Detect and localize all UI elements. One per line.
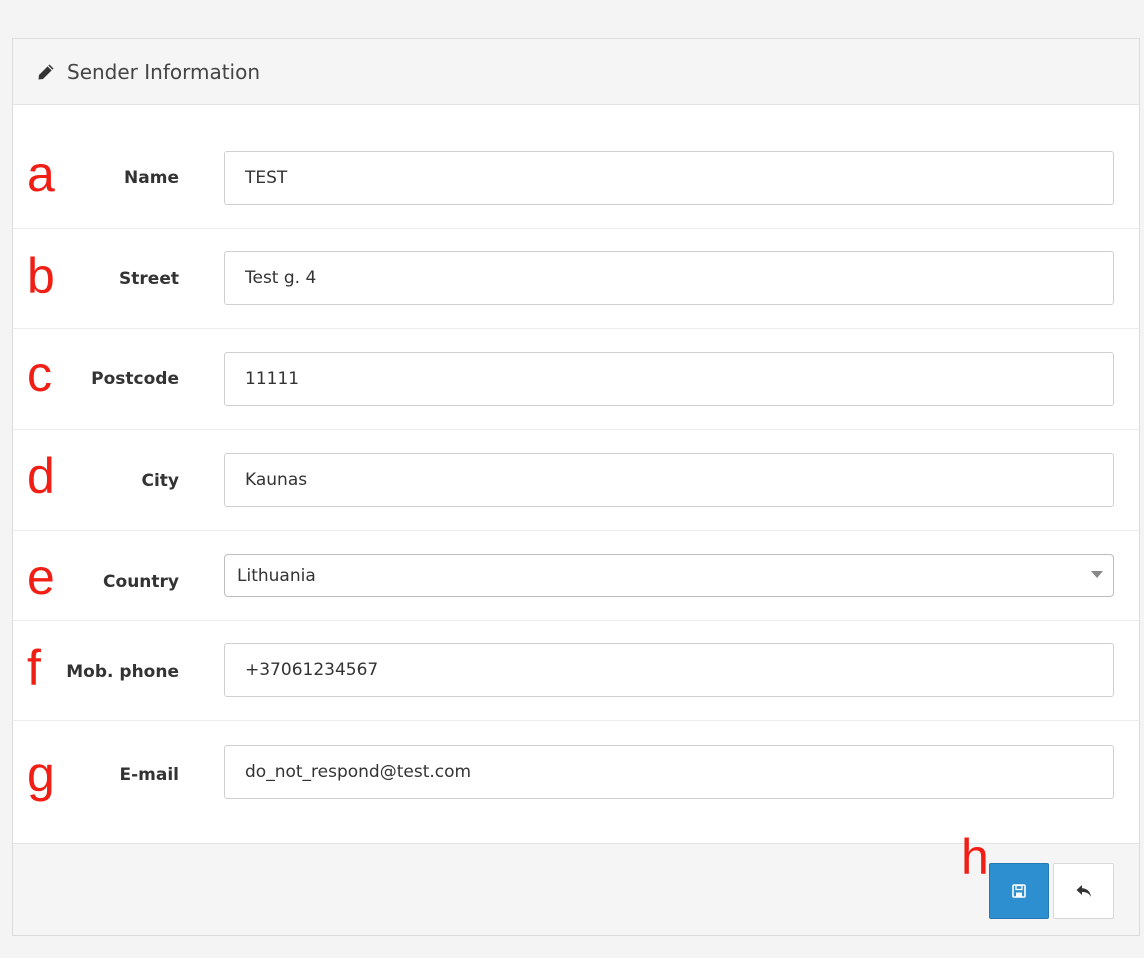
mob-phone-input[interactable]: +37061234567 — [224, 643, 1114, 697]
country-select[interactable]: Lithuania — [224, 554, 1114, 597]
city-input[interactable]: Kaunas — [224, 453, 1114, 507]
field-row-city: d City Kaunas — [13, 430, 1139, 531]
chevron-down-icon[interactable] — [1091, 571, 1103, 578]
back-button[interactable] — [1053, 863, 1114, 919]
city-label: City — [141, 471, 179, 491]
sender-information-panel: Sender Information a Name TEST b Street … — [12, 38, 1140, 936]
pencil-icon — [37, 63, 55, 81]
name-input[interactable]: TEST — [224, 151, 1114, 205]
postcode-input[interactable]: 11111 — [224, 352, 1114, 406]
mob-phone-label: Mob. phone — [66, 662, 179, 682]
floppy-disk-icon — [1011, 883, 1027, 899]
postcode-label: Postcode — [91, 369, 179, 389]
field-row-name: a Name TEST — [13, 105, 1139, 229]
annotation-marker: h — [961, 829, 989, 885]
email-label: E-mail — [119, 765, 179, 785]
reply-arrow-icon — [1075, 883, 1093, 899]
street-input[interactable]: Test g. 4 — [224, 251, 1114, 305]
street-label: Street — [119, 269, 179, 289]
country-label: Country — [103, 572, 179, 592]
field-row-street: b Street Test g. 4 — [13, 229, 1139, 329]
name-label: Name — [124, 168, 179, 188]
panel-heading: Sender Information — [13, 39, 1139, 105]
field-row-postcode: c Postcode 11111 — [13, 329, 1139, 430]
field-row-country: e Country Lithuania — [13, 531, 1139, 621]
country-select-value: Lithuania — [237, 565, 316, 586]
panel-title: Sender Information — [67, 59, 261, 84]
page: Sender Information a Name TEST b Street … — [0, 0, 1144, 958]
field-row-email: g E-mail do_not_respond@test.com — [13, 721, 1139, 845]
panel-footer: h — [13, 832, 1139, 935]
field-row-mob-phone: f Mob. phone +37061234567 — [13, 621, 1139, 721]
email-input[interactable]: do_not_respond@test.com — [224, 745, 1114, 799]
save-button[interactable] — [989, 863, 1049, 919]
